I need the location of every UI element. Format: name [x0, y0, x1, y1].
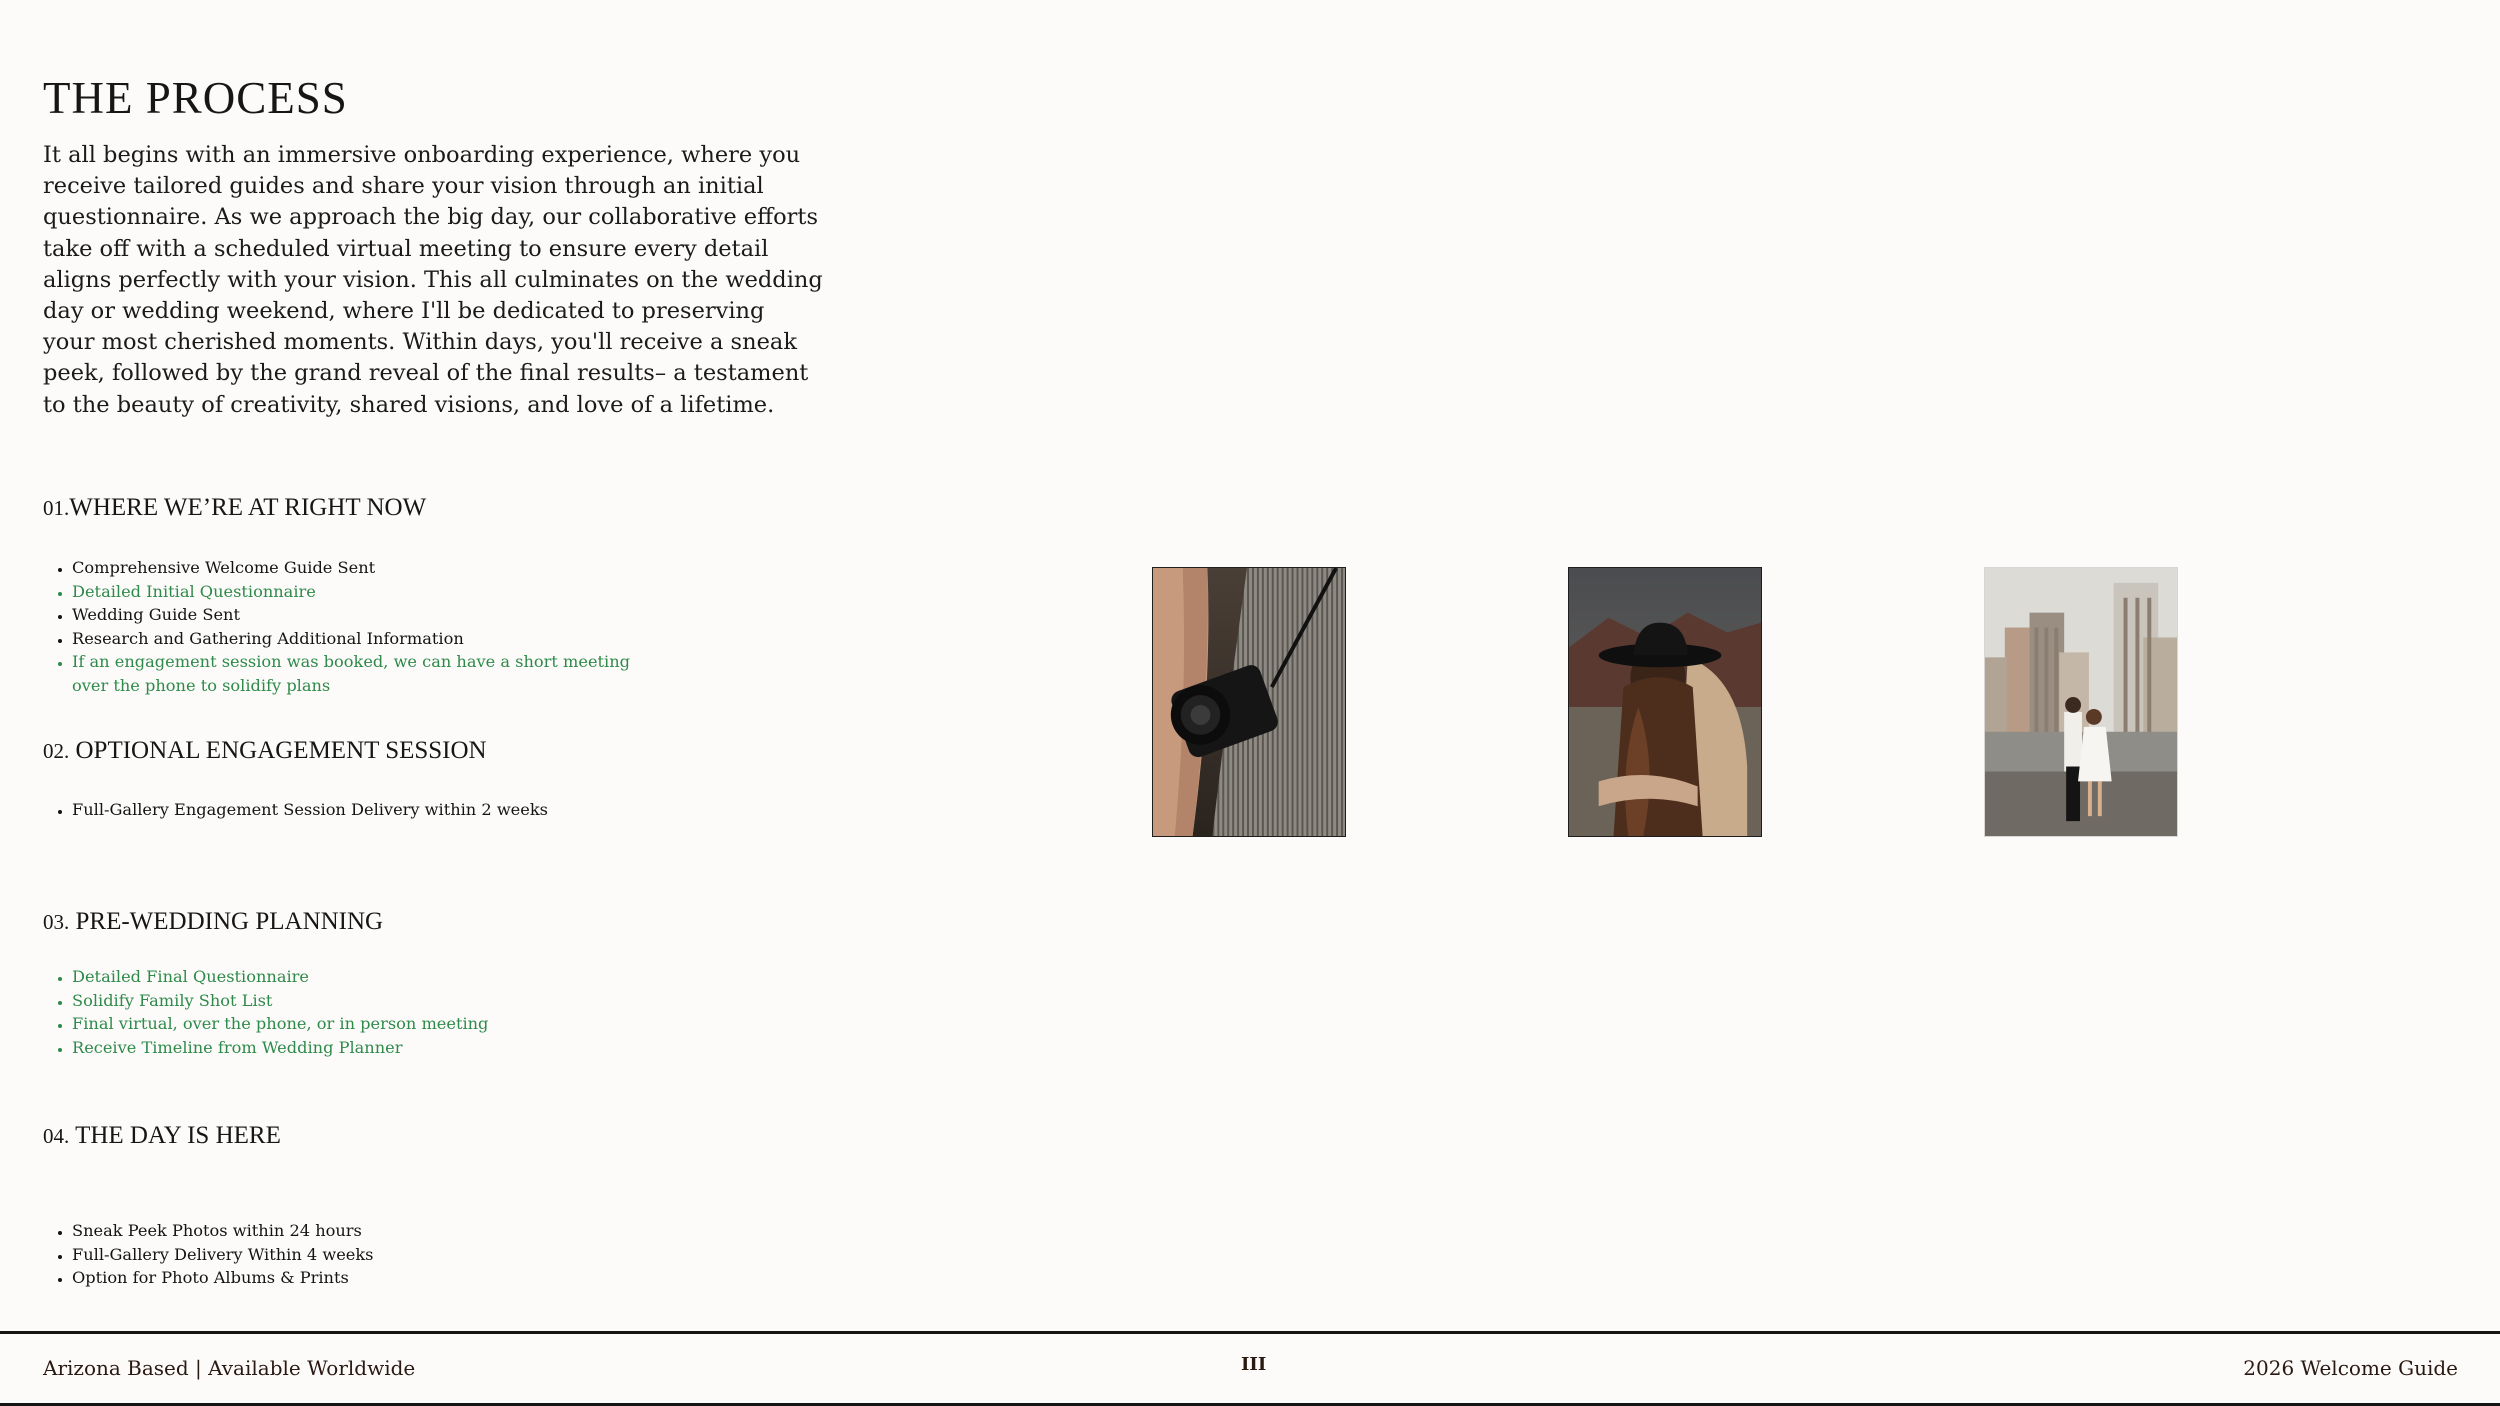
list-item: Option for Photo Albums & Prints — [72, 1266, 632, 1290]
section-heading-01: 01.WHERE WE’RE AT RIGHT NOW — [43, 494, 426, 522]
rooftop-city-couple-photo — [1984, 567, 2178, 837]
section-heading-03: 03. PRE-WEDDING PLANNING — [43, 908, 383, 936]
section-04-list: Sneak Peek Photos within 24 hours Full-G… — [43, 1219, 632, 1290]
list-item: Detailed Final Questionnaire — [72, 965, 632, 989]
list-item: Final virtual, over the phone, or in per… — [72, 1012, 632, 1036]
list-item: If an engagement session was booked, we … — [72, 650, 632, 697]
list-item: Full-Gallery Delivery Within 4 weeks — [72, 1243, 632, 1267]
section-number: 01. — [43, 496, 70, 520]
footer-tagline: Arizona Based | Available Worldwide — [43, 1356, 416, 1380]
section-title: OPTIONAL ENGAGEMENT SESSION — [75, 737, 487, 764]
page-number: III — [1241, 1354, 1267, 1375]
list-item: Solidify Family Shot List — [72, 989, 632, 1013]
section-number: 03. — [43, 910, 70, 934]
section-title: THE DAY IS HERE — [75, 1122, 281, 1149]
section-02-list: Full-Gallery Engagement Session Delivery… — [43, 798, 632, 822]
section-01-list: Comprehensive Welcome Guide Sent Detaile… — [43, 556, 632, 697]
section-title: PRE-WEDDING PLANNING — [75, 908, 384, 935]
list-item: Full-Gallery Engagement Session Delivery… — [72, 798, 632, 822]
footer-guide-title: 2026 Welcome Guide — [2243, 1356, 2458, 1380]
cowboy-hat-couple-photo — [1568, 567, 1762, 837]
section-number: 02. — [43, 739, 70, 763]
footer-divider-top — [0, 1331, 2500, 1334]
section-heading-04: 04. THE DAY IS HERE — [43, 1122, 281, 1150]
section-title: WHERE WE’RE AT RIGHT NOW — [69, 494, 427, 521]
section-heading-02: 02. OPTIONAL ENGAGEMENT SESSION — [43, 737, 487, 765]
list-item: Research and Gathering Additional Inform… — [72, 627, 632, 651]
camera-strap-photo — [1152, 567, 1346, 837]
section-number: 04. — [43, 1124, 70, 1148]
list-item: Wedding Guide Sent — [72, 603, 632, 627]
intro-paragraph: It all begins with an immersive onboardi… — [43, 142, 823, 418]
list-item: Comprehensive Welcome Guide Sent — [72, 556, 632, 580]
list-item: Receive Timeline from Wedding Planner — [72, 1036, 632, 1060]
section-03-list: Detailed Final Questionnaire Solidify Fa… — [43, 965, 632, 1059]
list-item: Detailed Initial Questionnaire — [72, 580, 632, 604]
page-title: THE PROCESS — [43, 73, 348, 123]
list-item: Sneak Peek Photos within 24 hours — [72, 1219, 632, 1243]
